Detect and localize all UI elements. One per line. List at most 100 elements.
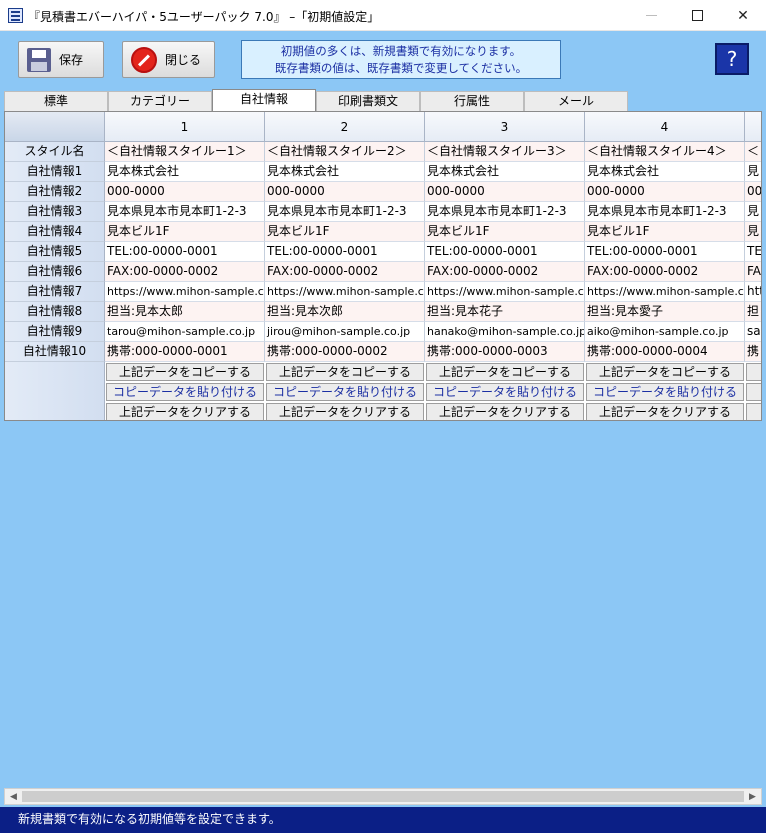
grid-cell[interactable]: FAX:00-0000-0002 (585, 262, 745, 282)
grid-cell[interactable]: 見本県見本市見本町1-2-3 (265, 202, 425, 222)
clear-data-button-partial[interactable] (746, 403, 761, 420)
tab-line-attributes[interactable]: 行属性 (420, 91, 524, 111)
clear-data-button[interactable]: 上記データをクリアする (106, 403, 264, 420)
paste-data-button[interactable]: コピーデータを貼り付ける (586, 383, 744, 401)
grid-cell[interactable]: 担当:見本愛子 (585, 302, 745, 322)
grid-cell-partial[interactable]: 見 (745, 222, 761, 242)
row-header: 自社情報10 (5, 342, 105, 362)
grid-cell[interactable]: 見本県見本市見本町1-2-3 (585, 202, 745, 222)
paste-data-button-partial[interactable] (746, 383, 761, 401)
minimize-button[interactable] (628, 0, 674, 31)
grid-cell[interactable]: 見本株式会社 (105, 162, 265, 182)
grid-cell[interactable]: 見本県見本市見本町1-2-3 (425, 202, 585, 222)
grid-cell[interactable]: FAX:00-0000-0002 (265, 262, 425, 282)
tab-category[interactable]: カテゴリー (108, 91, 212, 111)
grid-cell[interactable]: tarou@mihon-sample.co.jp (105, 322, 265, 342)
save-button-label: 保存 (59, 53, 84, 67)
close-window-button[interactable]: ✕ (720, 0, 766, 31)
scroll-right-arrow-icon[interactable]: ▶ (744, 789, 761, 804)
copy-data-button[interactable]: 上記データをコピーする (426, 363, 584, 381)
grid-cell-partial[interactable]: FA (745, 262, 761, 282)
grid-cell-partial[interactable]: 見 (745, 162, 761, 182)
grid-cell-partial[interactable]: 携 (745, 342, 761, 362)
grid-cell[interactable]: FAX:00-0000-0002 (425, 262, 585, 282)
company-info-grid[interactable]: 1 2 3 4 スタイル名 自社情報1 自社情報2 自社情報3 自社情報4 自社情報5 自社情報6 自… (4, 111, 762, 421)
grid-cell-partial[interactable]: sab (745, 322, 761, 342)
close-button[interactable]: 閉じる (122, 41, 215, 78)
tab-company-info[interactable]: 自社情報 (212, 89, 316, 111)
clear-data-button[interactable]: 上記データをクリアする (266, 403, 424, 420)
grid-cell[interactable]: 見本ビル1F (265, 222, 425, 242)
grid-cell[interactable]: ＜自社情報スタイルー1＞ (105, 142, 265, 162)
grid-cell[interactable]: 見本ビル1F (585, 222, 745, 242)
grid-cell[interactable]: https://www.mihon-sample.co.jp (265, 282, 425, 302)
tab-mail[interactable]: メール (524, 91, 628, 111)
grid-cell[interactable]: 見本ビル1F (105, 222, 265, 242)
save-button[interactable]: 保存 (18, 41, 104, 78)
close-icon: ✕ (737, 7, 749, 24)
grid-cell-partial[interactable]: TE (745, 242, 761, 262)
grid-cell[interactable]: https://www.mihon-sample.co.jp (585, 282, 745, 302)
grid-cell[interactable]: 担当:見本次郎 (265, 302, 425, 322)
grid-cell[interactable]: 000-0000 (425, 182, 585, 202)
paste-data-button[interactable]: コピーデータを貼り付ける (106, 383, 264, 401)
close-button-label: 閉じる (165, 53, 202, 67)
scroll-left-arrow-icon[interactable]: ◀ (5, 789, 22, 804)
tab-standard[interactable]: 標準 (4, 91, 108, 111)
help-button[interactable]: ? (715, 43, 749, 75)
copy-data-button[interactable]: 上記データをコピーする (106, 363, 264, 381)
grid-cell[interactable]: ＜自社情報スタイルー2＞ (265, 142, 425, 162)
grid-cell-partial[interactable]: 00 (745, 182, 761, 202)
grid-cell[interactable]: https://www.mihon-sample.co.jp (425, 282, 585, 302)
grid-cell[interactable]: 携帯:000-0000-0004 (585, 342, 745, 362)
title-bar: 『見積書エバーハイパ・5ユーザーパック 7.0』 –「初期値設定」 ✕ (0, 0, 766, 31)
grid-cell-partial[interactable]: 担 (745, 302, 761, 322)
grid-cell[interactable]: 見本株式会社 (265, 162, 425, 182)
grid-cell[interactable]: TEL:00-0000-0001 (265, 242, 425, 262)
row-header: 自社情報8 (5, 302, 105, 322)
grid-cell[interactable]: ＜自社情報スタイルー4＞ (585, 142, 745, 162)
grid-cell[interactable]: aiko@mihon-sample.co.jp (585, 322, 745, 342)
grid-cell[interactable]: 000-0000 (105, 182, 265, 202)
grid-cell[interactable]: 見本ビル1F (425, 222, 585, 242)
grid-cell[interactable]: hanako@mihon-sample.co.jp (425, 322, 585, 342)
paste-data-button[interactable]: コピーデータを貼り付ける (426, 383, 584, 401)
row-header: 自社情報5 (5, 242, 105, 262)
row-header: 自社情報7 (5, 282, 105, 302)
grid-cell-partial[interactable]: 見 (745, 202, 761, 222)
grid-cell[interactable]: jirou@mihon-sample.co.jp (265, 322, 425, 342)
grid-cell[interactable]: 担当:見本太郎 (105, 302, 265, 322)
maximize-button[interactable] (674, 0, 720, 31)
minimize-icon (645, 15, 657, 16)
clear-data-button[interactable]: 上記データをクリアする (426, 403, 584, 420)
grid-cell-partial[interactable]: htt (745, 282, 761, 302)
grid-cell[interactable]: 携帯:000-0000-0002 (265, 342, 425, 362)
column-header: 1 (105, 112, 265, 142)
grid-cell[interactable]: 携帯:000-0000-0003 (425, 342, 585, 362)
grid-cell[interactable]: 見本県見本市見本町1-2-3 (105, 202, 265, 222)
scroll-thumb[interactable] (22, 791, 744, 802)
grid-cell[interactable]: 見本株式会社 (585, 162, 745, 182)
grid-cell-partial[interactable]: ＜ (745, 142, 761, 162)
copy-data-button[interactable]: 上記データをコピーする (586, 363, 744, 381)
grid-cell[interactable]: 担当:見本花子 (425, 302, 585, 322)
grid-cell[interactable]: TEL:00-0000-0001 (425, 242, 585, 262)
grid-cell[interactable]: TEL:00-0000-0001 (105, 242, 265, 262)
copy-data-button[interactable]: 上記データをコピーする (266, 363, 424, 381)
grid-cell[interactable]: 携帯:000-0000-0001 (105, 342, 265, 362)
grid-cell[interactable]: TEL:00-0000-0001 (585, 242, 745, 262)
grid-cell[interactable]: 見本株式会社 (425, 162, 585, 182)
grid-cell[interactable]: ＜自社情報スタイルー3＞ (425, 142, 585, 162)
stop-icon (131, 46, 157, 73)
tab-print-text[interactable]: 印刷書類文 (316, 91, 420, 111)
copy-data-button-partial[interactable] (746, 363, 761, 381)
horizontal-scrollbar[interactable]: ◀ ▶ (4, 788, 762, 805)
grid-cell[interactable]: 000-0000 (265, 182, 425, 202)
clear-data-button[interactable]: 上記データをクリアする (586, 403, 744, 420)
grid-cell[interactable]: FAX:00-0000-0002 (105, 262, 265, 282)
grid-cell[interactable]: 000-0000 (585, 182, 745, 202)
row-header: 自社情報1 (5, 162, 105, 182)
info-line-1: 初期値の多くは、新規書類で有効になります。 (280, 44, 522, 58)
grid-cell[interactable]: https://www.mihon-sample.co.jp (105, 282, 265, 302)
paste-data-button[interactable]: コピーデータを貼り付ける (266, 383, 424, 401)
